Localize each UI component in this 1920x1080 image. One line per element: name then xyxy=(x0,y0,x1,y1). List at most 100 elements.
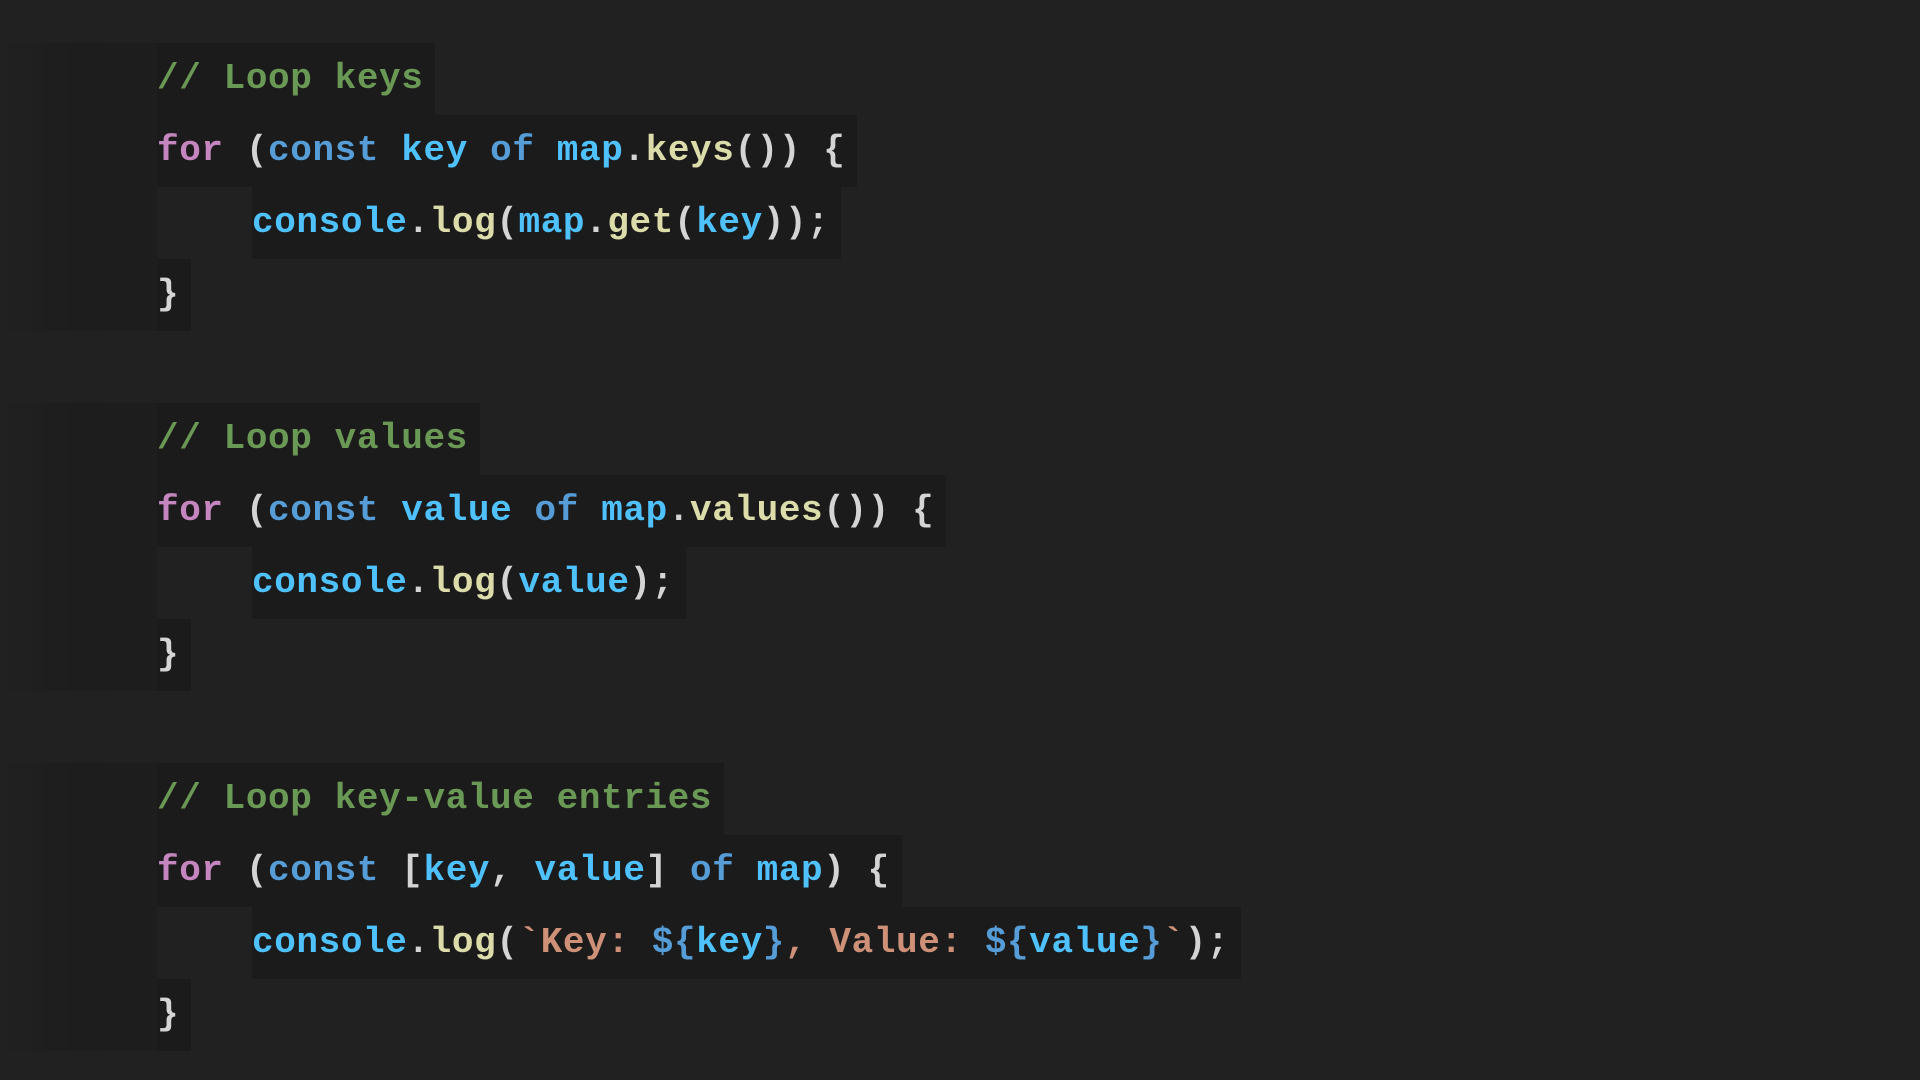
code-token-storage: ${ xyxy=(984,922,1030,963)
code-token-punctuation xyxy=(379,490,401,531)
code-token-punctuation: ( xyxy=(496,202,519,243)
code-content xyxy=(157,331,169,403)
code-token-variable: key xyxy=(696,922,763,963)
code-content: // Loop keys xyxy=(157,43,436,115)
line-gutter xyxy=(0,979,157,1051)
code-content: console.log(map.get(key)); xyxy=(252,187,842,259)
code-token-punctuation: ()) { xyxy=(734,130,846,171)
code-content xyxy=(157,691,169,763)
code-token-punctuation xyxy=(579,490,601,531)
code-token-punctuation: ); xyxy=(629,562,674,603)
line-gutter xyxy=(0,835,157,907)
code-content: } xyxy=(157,619,192,691)
code-token-variable: key xyxy=(423,850,491,891)
code-token-punctuation: )); xyxy=(762,202,830,243)
code-token-function: keys xyxy=(645,130,735,171)
code-token-storage: const xyxy=(268,130,380,171)
code-token-storage: of xyxy=(490,130,535,171)
code-token-storage: of xyxy=(534,490,579,531)
code-token-storage: const xyxy=(268,850,380,891)
code-token-function: log xyxy=(429,202,497,243)
code-token-punctuation: ( xyxy=(673,202,697,243)
code-token-punctuation: ) { xyxy=(823,850,890,891)
line-gutter xyxy=(0,259,157,331)
code-token-punctuation: ( xyxy=(223,130,269,171)
code-token-variable: console xyxy=(252,202,408,243)
code-token-comment: // Loop values xyxy=(157,418,468,459)
code-token-keyword: for xyxy=(157,490,224,531)
code-token-storage: } xyxy=(1140,922,1163,963)
code-token-punctuation xyxy=(734,850,756,891)
code-token-punctuation: . xyxy=(407,562,430,603)
code-token-punctuation: . xyxy=(407,922,430,963)
line-gutter xyxy=(0,475,157,547)
code-token-string: `Key: xyxy=(518,922,652,963)
code-token-variable: map xyxy=(518,202,586,243)
code-token-variable: value xyxy=(534,850,646,891)
line-gutter xyxy=(0,691,157,763)
code-token-punctuation: . xyxy=(407,202,430,243)
code-token-storage: const xyxy=(268,490,380,531)
code-content: } xyxy=(157,259,192,331)
code-token-variable: map xyxy=(601,490,668,531)
code-token-punctuation xyxy=(512,490,534,531)
code-token-variable: key xyxy=(401,130,468,171)
code-token-comment: // Loop key-value entries xyxy=(157,778,713,819)
code-token-function: values xyxy=(690,490,824,531)
code-token-punctuation: ); xyxy=(1184,922,1230,963)
code-token-punctuation: } xyxy=(157,994,180,1035)
code-token-punctuation: . xyxy=(585,202,608,243)
code-token-comment: // Loop keys xyxy=(157,58,424,99)
code-token-keyword: for xyxy=(157,850,224,891)
code-token-variable: console xyxy=(252,922,408,963)
code-token-variable: value xyxy=(518,562,630,603)
code-token-string: ` xyxy=(1162,922,1185,963)
code-token-punctuation: . xyxy=(623,130,646,171)
code-token-variable: map xyxy=(556,130,624,171)
code-content: for (const key of map.keys()) { xyxy=(157,115,858,187)
code-token-function: log xyxy=(429,562,497,603)
code-token-string: , Value: xyxy=(785,922,985,963)
code-token-punctuation: . xyxy=(667,490,691,531)
code-content: console.log(`Key: ${key}, Value: ${value… xyxy=(252,907,1242,979)
code-token-punctuation xyxy=(379,130,401,171)
code-token-variable: value xyxy=(401,490,513,531)
line-gutter xyxy=(0,331,157,403)
code-token-variable: key xyxy=(696,202,763,243)
code-token-storage: } xyxy=(762,922,785,963)
code-token-punctuation: } xyxy=(157,634,180,675)
line-gutter xyxy=(0,763,157,835)
code-content: console.log(value); xyxy=(252,547,686,619)
code-token-storage: of xyxy=(690,850,735,891)
code-token-function: log xyxy=(429,922,497,963)
code-content: } xyxy=(157,979,192,1051)
code-token-punctuation: } xyxy=(157,274,180,315)
code-content: for (const value of map.values()) { xyxy=(157,475,947,547)
line-gutter xyxy=(0,619,157,691)
code-token-punctuation xyxy=(468,130,490,171)
code-token-punctuation: ( xyxy=(496,562,519,603)
line-gutter xyxy=(0,403,157,475)
code-token-punctuation: , xyxy=(490,850,535,891)
code-token-variable: map xyxy=(756,850,824,891)
code-token-function: get xyxy=(607,202,674,243)
line-gutter xyxy=(0,907,157,979)
code-content: for (const [key, value] of map) { xyxy=(157,835,902,907)
code-token-variable: console xyxy=(252,562,408,603)
code-token-punctuation xyxy=(535,130,557,171)
code-token-punctuation: ( xyxy=(223,850,269,891)
code-token-variable: value xyxy=(1029,922,1141,963)
code-editor[interactable]: // Loop keys for (const key of map.keys()… xyxy=(0,0,1920,1080)
code-token-storage: ${ xyxy=(651,922,697,963)
code-token-punctuation: ( xyxy=(496,922,519,963)
line-gutter xyxy=(0,115,157,187)
line-gutter xyxy=(0,43,157,115)
code-content: // Loop key-value entries xyxy=(157,763,725,835)
line-gutter xyxy=(0,547,157,619)
code-token-punctuation: ] xyxy=(645,850,690,891)
line-gutter xyxy=(0,187,157,259)
code-token-punctuation: ( xyxy=(223,490,269,531)
code-token-punctuation: [ xyxy=(379,850,424,891)
code-token-keyword: for xyxy=(157,130,224,171)
code-content: // Loop values xyxy=(157,403,480,475)
